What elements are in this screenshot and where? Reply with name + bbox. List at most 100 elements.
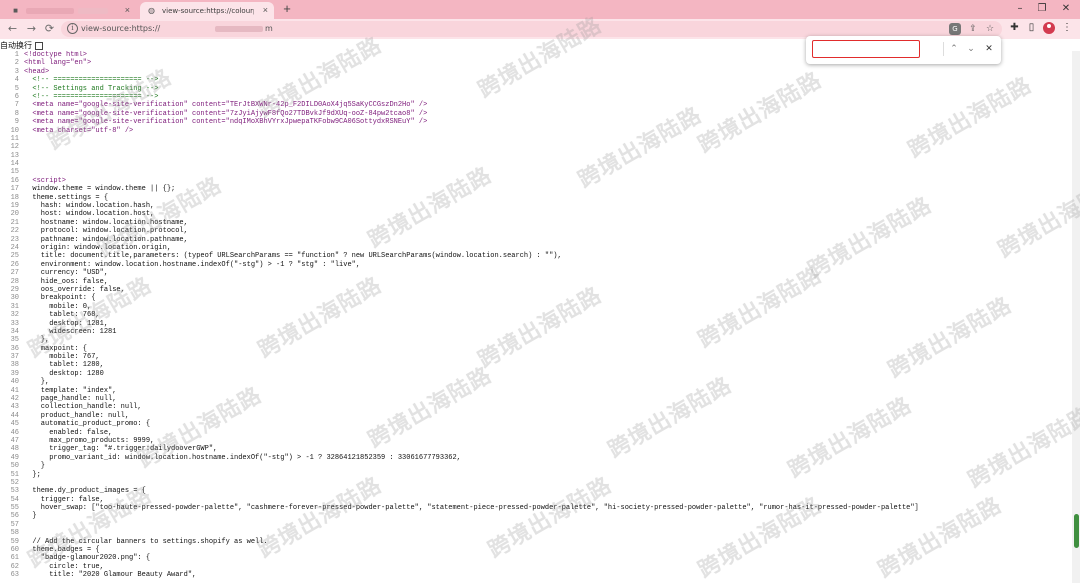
line-number: 5 <box>14 84 19 93</box>
line-number: 48 <box>10 445 19 454</box>
source-line: 61 "badge-glamour2020.png": { <box>0 554 1072 562</box>
url-prefix: view-source:https:// <box>81 24 161 33</box>
line-number: 45 <box>10 420 19 429</box>
line-number: 44 <box>10 411 19 420</box>
line-content: mobile: 767, <box>24 353 100 362</box>
find-input[interactable] <box>812 40 920 58</box>
line-number: 17 <box>10 185 19 194</box>
site-info-icon[interactable]: i <box>67 23 78 34</box>
window-close-icon[interactable]: ✕ <box>1056 1 1076 17</box>
tab-inactive[interactable]: ■ × <box>4 2 136 19</box>
line-content: <meta name="google-site-verification" co… <box>24 109 428 118</box>
translate-icon[interactable]: G <box>949 23 961 35</box>
source-line: 35 }, <box>0 336 1072 344</box>
line-number: 51 <box>10 470 19 479</box>
tab-close-icon[interactable]: × <box>125 5 130 15</box>
share-icon[interactable]: ⇪ <box>967 23 979 35</box>
tab-close-icon[interactable]: × <box>263 5 268 15</box>
tab-view-source[interactable]: ◍ view-source:https://colourpop × <box>140 2 274 19</box>
source-line: 53 theme.dy_product_images = { <box>0 487 1072 495</box>
line-content: enabled: false, <box>24 428 113 437</box>
source-line: 17 window.theme = window.theme || {}; <box>0 185 1072 193</box>
find-bar: ⌃ ⌄ ✕ <box>806 36 1001 64</box>
source-line: 21 hostname: window.location.hostname, <box>0 219 1072 227</box>
find-close-icon[interactable]: ✕ <box>982 42 996 56</box>
new-tab-button[interactable]: + <box>280 2 294 16</box>
scrollbar-thumb[interactable] <box>1074 514 1079 548</box>
minimize-icon[interactable]: – <box>1010 1 1030 17</box>
source-line: 55 hover_swap: ["too-haute-pressed-powde… <box>0 504 1072 512</box>
find-next-icon[interactable]: ⌄ <box>964 42 978 56</box>
restore-icon[interactable]: ❐ <box>1032 1 1052 17</box>
line-wrap-checkbox[interactable] <box>35 41 43 50</box>
line-content: <meta name="google-site-verification" co… <box>24 101 428 110</box>
line-content: currency: "USD", <box>24 269 109 278</box>
reload-button[interactable]: ⟳ <box>42 21 57 36</box>
line-number: 13 <box>10 151 19 160</box>
vertical-scrollbar[interactable] <box>1072 51 1080 583</box>
source-line: 62 circle: true, <box>0 563 1072 571</box>
source-line: 56 } <box>0 512 1072 520</box>
line-content: trigger_tag: "#.trigger:dailydooverGWP", <box>24 445 218 454</box>
line-number: 57 <box>10 520 19 529</box>
source-line: 7 <meta name="google-site-verification" … <box>0 101 1072 109</box>
line-number: 20 <box>10 210 19 219</box>
line-content: template: "index", <box>24 386 117 395</box>
line-number: 55 <box>10 504 19 513</box>
redacted-tab-title-tail <box>78 7 108 14</box>
line-content: page_handle: null, <box>24 395 117 404</box>
source-line: 30 breakpoint: { <box>0 294 1072 302</box>
line-content: theme.settings = { <box>24 193 109 202</box>
line-content: <!doctype html> <box>24 51 88 59</box>
address-bar[interactable]: i view-source:https:// m G ⇪ ☆ <box>61 21 1002 37</box>
source-line: 15 <box>0 168 1072 176</box>
side-panel-icon[interactable]: ▯ <box>1025 21 1038 35</box>
source-line: 27 currency: "USD", <box>0 269 1072 277</box>
source-line: 13 <box>0 152 1072 160</box>
line-content: environment: window.location.hostname.in… <box>24 260 361 269</box>
line-number: 58 <box>10 529 19 538</box>
line-content: <html lang="en"> <box>24 59 92 68</box>
line-number: 61 <box>10 554 19 563</box>
source-line: 59 // Add the circular banners to settin… <box>0 538 1072 546</box>
line-number: 54 <box>10 495 19 504</box>
source-line: 20 host: window.location.host, <box>0 210 1072 218</box>
line-content: breakpoint: { <box>24 294 96 303</box>
line-number: 9 <box>14 118 19 127</box>
line-content: widescreen: 1281 <box>24 327 117 336</box>
line-number: 35 <box>10 336 19 345</box>
line-content: tablet: 1280, <box>24 361 104 370</box>
line-number: 32 <box>10 311 19 320</box>
source-line: 43 collection_handle: null, <box>0 403 1072 411</box>
line-number: 15 <box>10 168 19 177</box>
line-number: 62 <box>10 562 19 571</box>
line-content: window.theme = window.theme || {}; <box>24 185 176 194</box>
source-line: 18 theme.settings = { <box>0 194 1072 202</box>
line-number: 52 <box>10 478 19 487</box>
line-number: 53 <box>10 487 19 496</box>
source-line: 32 tablet: 768, <box>0 311 1072 319</box>
back-button[interactable]: ← <box>5 21 20 36</box>
source-line: 41 template: "index", <box>0 387 1072 395</box>
line-content: maxpoint: { <box>24 344 88 353</box>
line-content: circle: true, <box>24 562 104 571</box>
line-number: 4 <box>14 76 19 85</box>
extensions-puzzle-icon[interactable]: ✚ <box>1008 21 1021 35</box>
forward-button[interactable]: → <box>24 21 39 36</box>
line-number: 24 <box>10 243 19 252</box>
globe-icon: ◍ <box>148 6 155 15</box>
bookmark-star-icon[interactable]: ☆ <box>984 23 996 35</box>
source-line: 36 maxpoint: { <box>0 345 1072 353</box>
profile-avatar[interactable] <box>1043 22 1055 34</box>
url-suffix: m <box>265 24 273 33</box>
source-line: 47 max_promo_products: 9999, <box>0 437 1072 445</box>
browser-menu-icon[interactable]: ⋮ <box>1062 21 1072 35</box>
line-content: product_handle: null, <box>24 411 130 420</box>
line-number: 47 <box>10 436 19 445</box>
source-line: 22 protocol: window.location.protocol, <box>0 227 1072 235</box>
line-content: hash: window.location.hash, <box>24 202 155 211</box>
line-number: 34 <box>10 327 19 336</box>
find-previous-icon[interactable]: ⌃ <box>947 42 961 56</box>
source-line: 60 theme.badges = { <box>0 546 1072 554</box>
source-line: 16 <script> <box>0 177 1072 185</box>
